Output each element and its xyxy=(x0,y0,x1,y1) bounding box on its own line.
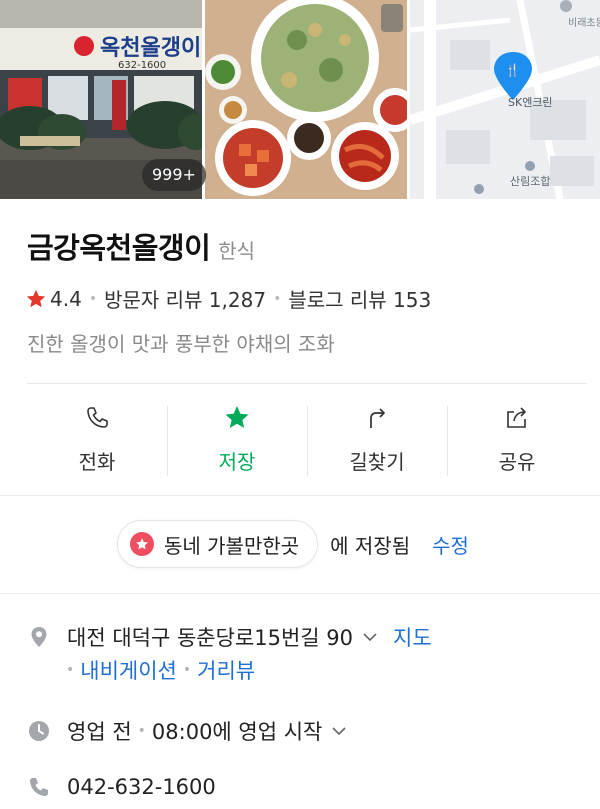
rating-value: 4.4 xyxy=(50,286,82,311)
separator-dot: • xyxy=(66,662,75,678)
review-stats: 4.4 • 방문자 리뷰 1,287 • 블로그 리뷰 153 xyxy=(25,284,431,313)
map-label-school: 비래초등학교 xyxy=(568,17,600,29)
star-icon xyxy=(225,405,249,428)
clock-icon xyxy=(29,721,49,741)
chevron-down-icon[interactable] xyxy=(361,628,379,646)
map-label-coop: 산림조합 xyxy=(510,175,550,188)
divider xyxy=(0,495,600,496)
food-image xyxy=(204,0,408,199)
separator-dot: • xyxy=(182,662,192,678)
directions-label: 길찾기 xyxy=(349,449,405,474)
sign-text: 옥천올갱이 xyxy=(100,36,201,61)
svg-text:🍴: 🍴 xyxy=(505,63,520,77)
place-category: 한식 xyxy=(218,239,256,263)
address-row: 대전 대덕구 동춘당로15번길 90 지도 xyxy=(27,622,432,652)
phone-icon xyxy=(87,406,108,428)
share-icon xyxy=(507,406,526,428)
edit-saved-link[interactable]: 수정 xyxy=(432,530,469,559)
share-button[interactable]: 공유 xyxy=(447,384,587,494)
location-pin-icon xyxy=(31,627,47,647)
photo-count-badge[interactable]: 999+ xyxy=(142,159,206,191)
phone-icon xyxy=(30,778,48,796)
place-name: 금강옥천올갱이 xyxy=(27,231,211,265)
call-button[interactable]: 전화 xyxy=(27,384,167,494)
navigation-link[interactable]: 내비게이션 xyxy=(80,655,177,685)
folder-star-icon xyxy=(130,532,154,556)
map-thumbnail[interactable]: 비래초등학교 🍴 SK엔크린 산림조합 xyxy=(410,0,600,199)
saved-folder-chip[interactable]: 동네 가볼만한곳 xyxy=(117,520,319,568)
save-label: 저장 xyxy=(218,449,256,474)
blog-reviews-link[interactable]: 블로그 리뷰 153 xyxy=(288,284,431,313)
saved-folder-name: 동네 가볼만한곳 xyxy=(164,533,300,558)
phone-row: 042-632-1600 xyxy=(27,775,216,799)
directions-arrow-icon xyxy=(370,407,385,428)
map-link[interactable]: 지도 xyxy=(393,622,432,652)
hours-detail: 08:00에 영업 시작 xyxy=(151,720,323,744)
hours-status: 영업 전 xyxy=(67,720,132,744)
address-links-row: • 내비게이션 • 거리뷰 xyxy=(66,655,255,685)
share-label: 공유 xyxy=(498,449,536,474)
photo-strip: 옥천올갱이 632-1600 비래초 🍴 SK엔크린 산림조합 999+ xyxy=(0,0,600,199)
saved-folder-row: 동네 가볼만한곳 에 저장됨 수정 xyxy=(117,520,469,568)
action-bar: 전화 저장 길찾기 공유 xyxy=(27,384,587,494)
saved-status-text: 에 저장됨 xyxy=(330,533,411,558)
save-button[interactable]: 저장 xyxy=(167,384,307,494)
phone-number[interactable]: 042-632-1600 xyxy=(67,775,216,799)
title-row: 금강옥천올갱이 한식 xyxy=(27,225,255,267)
divider xyxy=(0,593,600,594)
separator-dot: • xyxy=(137,723,146,739)
separator-dot: • xyxy=(88,290,98,307)
map-label-gas: SK엔크린 xyxy=(508,96,553,109)
place-description: 진한 올갱이 맛과 풍부한 야채의 조화 xyxy=(27,332,335,356)
visitor-reviews-link[interactable]: 방문자 리뷰 1,287 xyxy=(104,284,266,313)
star-icon xyxy=(26,289,46,307)
address-text: 대전 대덕구 동춘당로15번길 90 xyxy=(67,626,353,650)
directions-button[interactable]: 길찾기 xyxy=(307,384,447,494)
chevron-down-icon[interactable] xyxy=(330,722,348,740)
hours-row: 영업 전 • 08:00에 영업 시작 xyxy=(27,716,348,746)
food-photo[interactable] xyxy=(204,0,408,199)
separator-dot: • xyxy=(273,290,282,307)
call-label: 전화 xyxy=(78,449,116,474)
sign-phone: 632-1600 xyxy=(118,60,166,71)
map-image: 비래초등학교 🍴 SK엔크린 산림조합 xyxy=(410,0,600,199)
street-view-link[interactable]: 거리뷰 xyxy=(197,655,255,685)
